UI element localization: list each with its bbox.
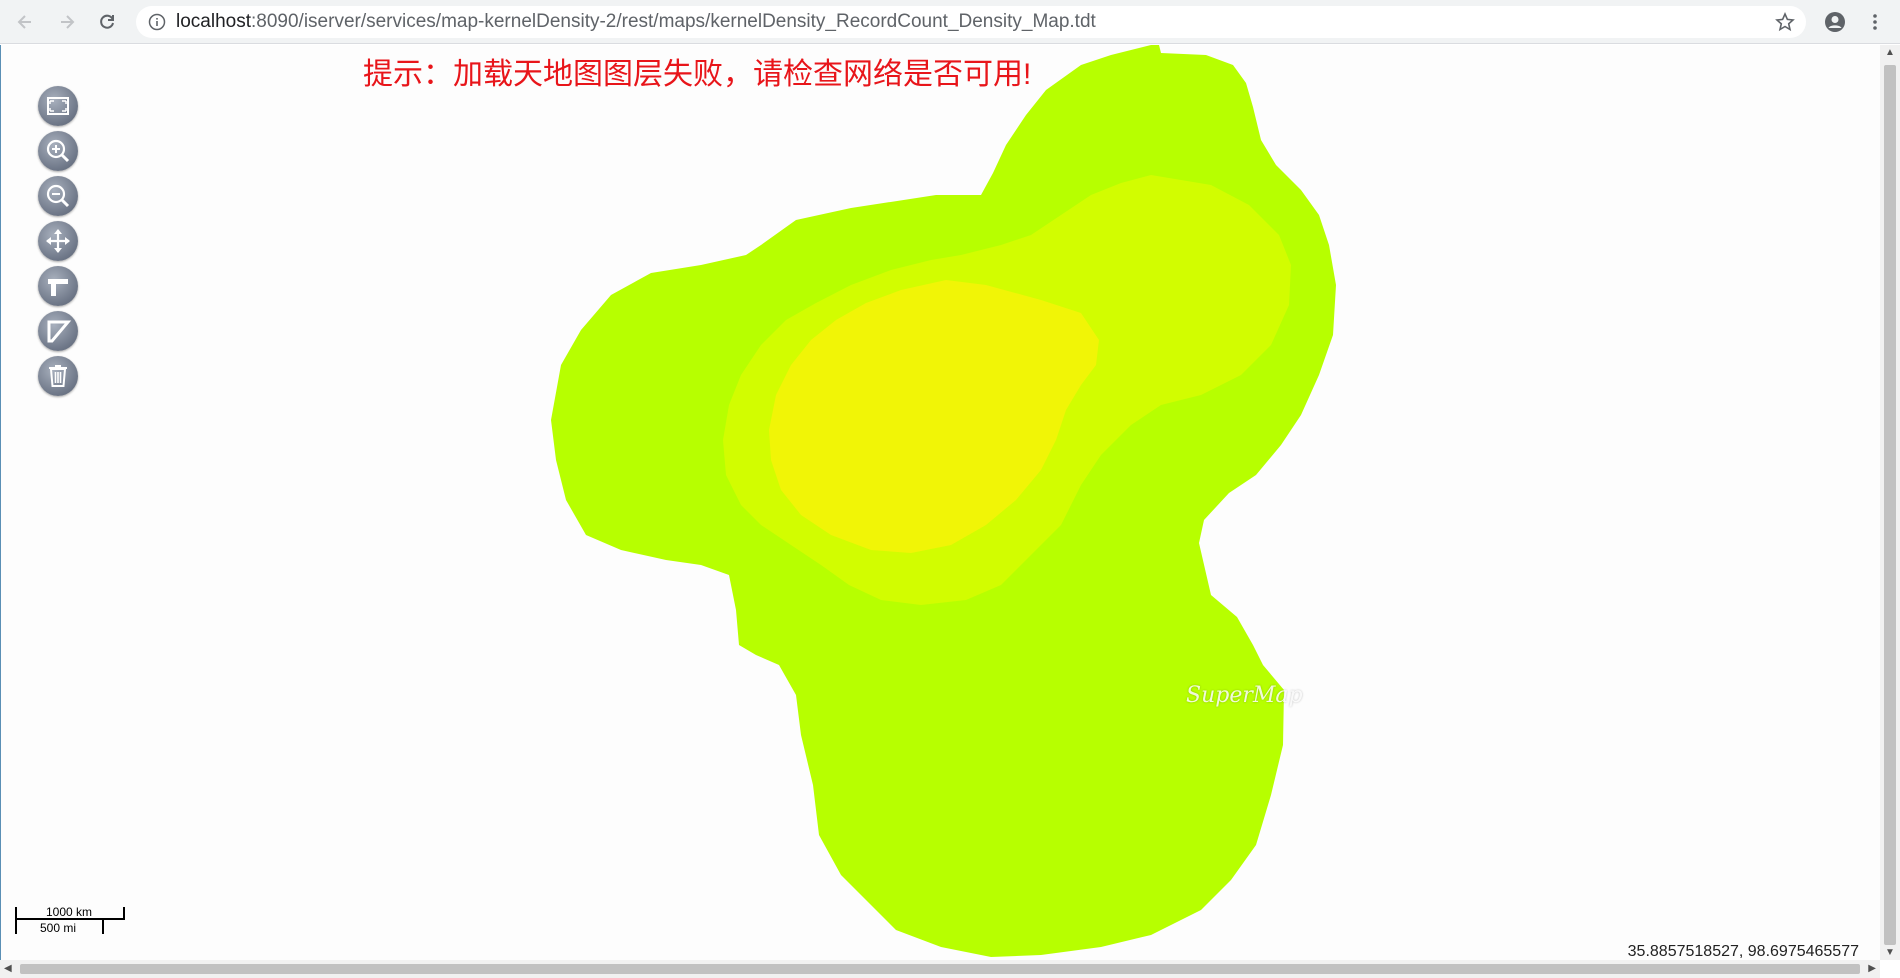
vertical-scroll-thumb[interactable] <box>1884 65 1896 945</box>
measure-area-button[interactable] <box>38 311 78 351</box>
horizontal-scroll-thumb[interactable] <box>20 964 1860 974</box>
url-host: localhost <box>176 11 251 32</box>
zoom-in-icon <box>46 139 70 163</box>
tile-load-failure-notice: 提示：加载天地图图层失败，请检查网络是否可用! <box>363 58 1032 91</box>
measure-distance-icon <box>48 279 68 296</box>
star-icon <box>1775 12 1795 32</box>
address-bar[interactable]: localhost:8090/iserver/services/map-kern… <box>136 6 1806 38</box>
back-arrow-icon <box>17 15 31 29</box>
zoom-out-button[interactable] <box>38 176 78 216</box>
browser-menu-button[interactable] <box>1862 9 1888 35</box>
map-viewport[interactable]: 提示：加载天地图图层失败，请检查网络是否可用! SuperMap 1000 km… <box>0 45 1881 960</box>
account-icon <box>1825 12 1845 32</box>
measure-distance-button[interactable] <box>38 266 78 306</box>
horizontal-scrollbar[interactable]: ◀ ▶ <box>0 960 1880 978</box>
scale-metric-label: 1000 km <box>46 905 93 919</box>
bookmark-button[interactable] <box>1772 9 1798 35</box>
density-layer <box>551 45 1336 957</box>
pan-button[interactable] <box>38 221 78 261</box>
scroll-up-arrow-icon[interactable]: ▲ <box>1885 47 1895 58</box>
more-vert-icon <box>1873 14 1877 30</box>
scroll-left-arrow-icon[interactable]: ◀ <box>4 963 12 974</box>
forward-arrow-icon <box>61 15 75 29</box>
scale-bar: 1000 km 500 mi <box>15 905 127 939</box>
reload-button[interactable] <box>94 9 120 35</box>
scale-imperial-label: 500 mi <box>40 921 77 935</box>
trash-icon <box>49 365 67 387</box>
url-path: :8090/iserver/services/map-kernelDensity… <box>251 11 1096 32</box>
clear-button[interactable] <box>38 356 78 396</box>
reload-icon <box>100 14 114 29</box>
fullscreen-icon <box>47 97 69 115</box>
zoom-out-icon <box>46 184 70 208</box>
vertical-scrollbar[interactable]: ▲ ▼ <box>1880 45 1900 960</box>
info-icon[interactable] <box>148 13 166 31</box>
forward-button[interactable] <box>54 9 80 35</box>
back-button[interactable] <box>12 9 38 35</box>
scroll-down-arrow-icon[interactable]: ▼ <box>1885 947 1895 958</box>
profile-button[interactable] <box>1822 9 1848 35</box>
measure-area-icon <box>47 320 72 343</box>
scroll-right-arrow-icon[interactable]: ▶ <box>1868 963 1876 974</box>
pan-icon <box>46 229 70 253</box>
browser-toolbar: localhost:8090/iserver/services/map-kern… <box>0 0 1900 44</box>
zoom-in-button[interactable] <box>38 131 78 171</box>
supermap-watermark: SuperMap <box>1186 683 1303 708</box>
full-extent-button[interactable] <box>38 86 78 126</box>
mouse-position-readout: 35.8857518527, 98.6975465577 <box>1627 943 1859 960</box>
